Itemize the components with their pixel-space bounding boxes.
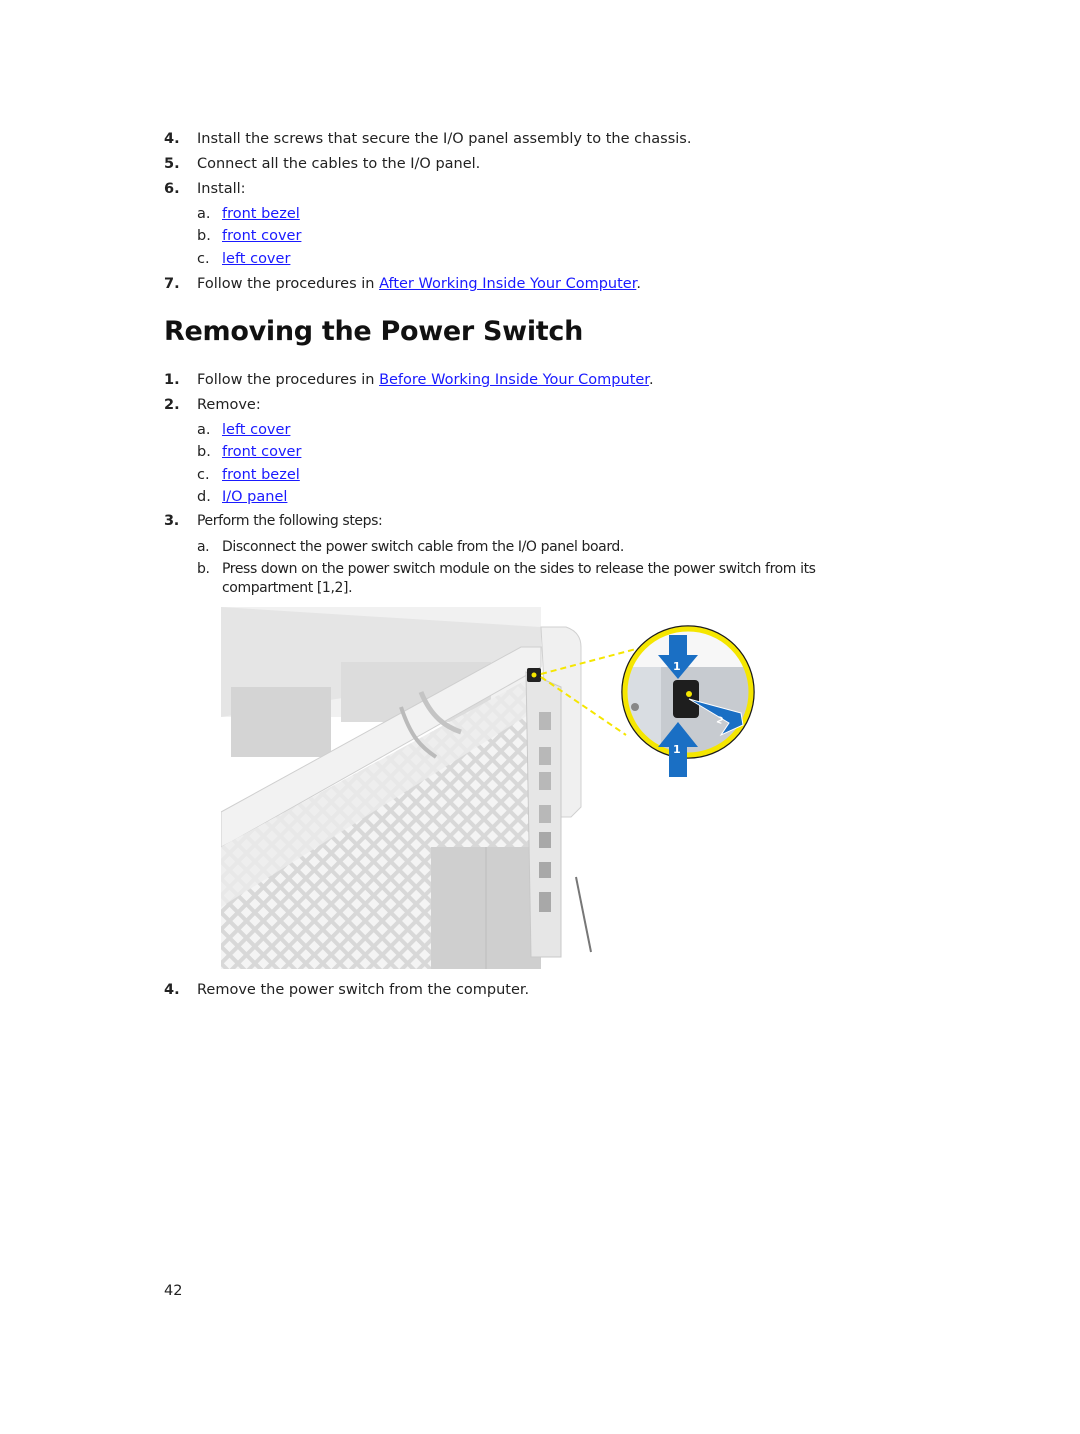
item-letter: c. xyxy=(197,467,210,483)
link-left-cover[interactable]: left cover xyxy=(222,249,290,269)
step-text: Follow the procedures in After Working I… xyxy=(197,274,641,294)
step-text-suffix: . xyxy=(636,276,641,292)
step-text-suffix: . xyxy=(648,372,654,388)
step-number: 3. xyxy=(164,513,179,529)
step-number: 4. xyxy=(164,131,180,147)
switch-closeup xyxy=(673,680,699,718)
callout-label: 1 xyxy=(673,660,681,673)
item-letter: a. xyxy=(197,206,211,222)
step-text: Perform the following steps: xyxy=(197,513,383,529)
item-letter: a. xyxy=(197,539,210,555)
item-letter: c. xyxy=(197,251,210,267)
callout-label: 1 xyxy=(673,743,681,756)
item-text: compartment [1,2]. xyxy=(222,580,353,596)
item-letter: a. xyxy=(197,422,211,438)
link-front-cover[interactable]: front cover xyxy=(222,226,301,246)
link-after-working[interactable]: After Working Inside Your Computer xyxy=(379,276,636,292)
item-letter: b. xyxy=(197,228,211,244)
item-text: Disconnect the power switch cable from t… xyxy=(222,539,624,555)
section-title: Removing the Power Switch xyxy=(164,316,584,347)
step-text: Remove: xyxy=(197,397,261,413)
step-text: Install the screws that secure the I/O p… xyxy=(197,131,692,147)
link-before-working[interactable]: Before Working Inside Your Computer xyxy=(379,372,649,388)
item-text: Press down on the power switch module on… xyxy=(222,561,816,577)
step-text: Connect all the cables to the I/O panel. xyxy=(197,156,481,172)
page-number: 42 xyxy=(164,1283,183,1299)
link-left-cover[interactable]: left cover xyxy=(222,420,290,440)
power-switch-illustration: 1 1 2 xyxy=(220,607,761,969)
link-io-panel[interactable]: I/O panel xyxy=(222,487,287,507)
chassis-illustration: 1 1 2 xyxy=(220,607,755,969)
item-letter: b. xyxy=(197,444,211,460)
step-text-prefix: Follow the procedures in xyxy=(197,276,380,292)
step-number: 4. xyxy=(164,982,180,998)
step-number: 5. xyxy=(164,156,180,172)
cable xyxy=(575,876,592,953)
link-front-bezel[interactable]: front bezel xyxy=(222,204,300,224)
step-text: Follow the procedures in Before Working … xyxy=(197,370,654,390)
item-letter: d. xyxy=(197,489,211,505)
step-number: 7. xyxy=(164,276,180,292)
link-front-bezel[interactable]: front bezel xyxy=(222,465,300,485)
step-text-prefix: Follow the procedures in xyxy=(197,372,380,388)
link-front-cover[interactable]: front cover xyxy=(222,442,301,462)
step-text: Install: xyxy=(197,181,246,197)
step-number: 1. xyxy=(164,372,180,388)
step-number: 2. xyxy=(164,397,180,413)
step-number: 6. xyxy=(164,181,180,197)
item-letter: b. xyxy=(197,561,210,577)
step-text: Remove the power switch from the compute… xyxy=(197,982,530,998)
